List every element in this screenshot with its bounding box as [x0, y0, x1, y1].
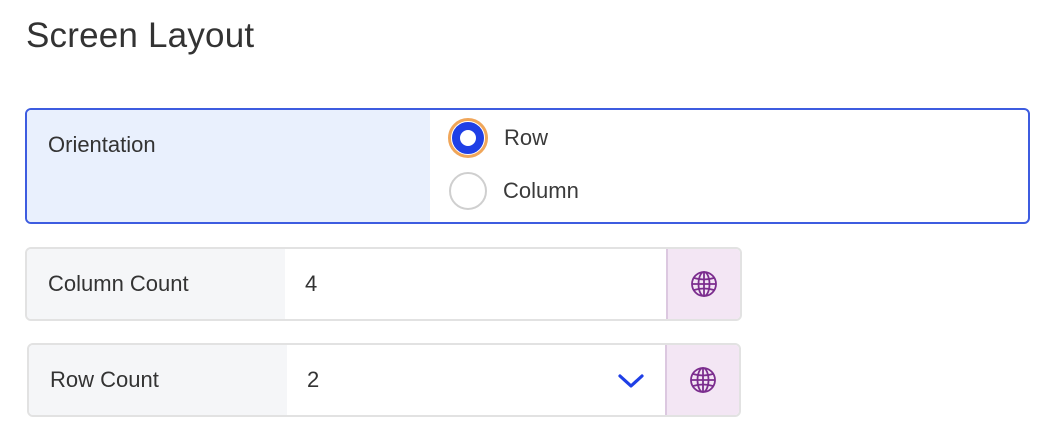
row-count-label: Row Count	[29, 345, 287, 415]
column-count-label: Column Count	[27, 249, 285, 319]
row-count-select[interactable]: 2	[287, 345, 665, 415]
globe-icon	[690, 367, 716, 393]
column-count-globe-button[interactable]	[666, 249, 740, 319]
orientation-label: Orientation	[27, 110, 430, 222]
screen-layout-panel: Screen Layout Orientation Row Column Col…	[0, 0, 1056, 433]
radio-option-column[interactable]: Column	[448, 172, 579, 210]
orientation-group: Orientation Row Column	[25, 108, 1030, 224]
globe-icon	[691, 271, 717, 297]
row-count-globe-button[interactable]	[665, 345, 739, 415]
radio-column[interactable]	[449, 172, 487, 210]
radio-column-label: Column	[503, 178, 579, 203]
row-count-value: 2	[307, 367, 320, 392]
chevron-down-icon[interactable]	[617, 372, 645, 390]
orientation-options: Row Column	[430, 110, 1028, 222]
column-count-input[interactable]: 4	[285, 249, 666, 319]
row-count-field: Row Count 2	[27, 343, 741, 417]
column-count-field: Column Count 4	[25, 247, 742, 321]
radio-option-row[interactable]: Row	[448, 118, 548, 158]
radio-row-label: Row	[504, 125, 549, 150]
page-title: Screen Layout	[26, 16, 255, 55]
radio-row[interactable]	[448, 118, 488, 158]
